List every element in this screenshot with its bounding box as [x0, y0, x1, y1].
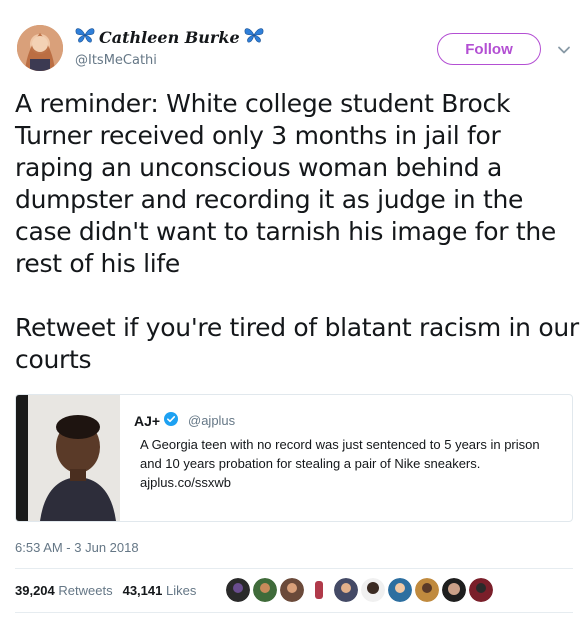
- likes-label: Likes: [165, 583, 197, 598]
- quoted-author-name[interactable]: AJ+: [134, 412, 179, 429]
- liker-avatar[interactable]: [226, 578, 250, 602]
- butterfly-icon: [75, 27, 95, 47]
- liker-avatar[interactable]: [280, 578, 304, 602]
- liker-avatar[interactable]: [469, 578, 493, 602]
- liker-avatar[interactable]: [361, 578, 385, 602]
- liker-avatars: [226, 578, 493, 602]
- tweet-timestamp[interactable]: 6:53 AM - 3 Jun 2018: [15, 540, 139, 555]
- likes-count: 43,141: [122, 583, 163, 598]
- chevron-down-icon[interactable]: [557, 42, 571, 56]
- quoted-author-display-name: AJ+: [134, 412, 161, 429]
- retweets-label: Retweets: [58, 583, 113, 598]
- liker-avatar[interactable]: [388, 578, 412, 602]
- liker-avatar[interactable]: [307, 578, 331, 602]
- liker-avatar[interactable]: [334, 578, 358, 602]
- likes-stat[interactable]: 43,141 Likes: [123, 583, 197, 598]
- retweets-count: 39,204: [15, 583, 55, 598]
- quoted-tweet-photo: [16, 395, 120, 521]
- quoted-author-handle[interactable]: @ajplus: [188, 413, 235, 428]
- divider: [15, 612, 573, 613]
- verified-badge-icon: [164, 412, 179, 429]
- retweets-stat[interactable]: 39,204 Retweets: [15, 583, 113, 598]
- quoted-tweet-text: A Georgia teen with no record was just s…: [140, 435, 560, 492]
- author-handle[interactable]: @ItsMeCathi: [75, 53, 157, 68]
- liker-avatar[interactable]: [253, 578, 277, 602]
- follow-button[interactable]: Follow: [437, 33, 541, 65]
- tweet-stats: 39,204 Retweets 43,141 Likes: [15, 583, 196, 598]
- divider: [15, 568, 573, 569]
- quoted-tweet-body: A Georgia teen with no record was just s…: [140, 437, 540, 471]
- liker-avatar[interactable]: [415, 578, 439, 602]
- butterfly-icon: [244, 27, 264, 47]
- tweet-text: A reminder: White college student Brock …: [15, 89, 579, 374]
- quoted-tweet-link[interactable]: ajplus.co/ssxwb: [140, 475, 231, 490]
- author-avatar[interactable]: [17, 25, 63, 71]
- author-display-name: Cathleen Burke: [99, 27, 240, 47]
- liker-avatar[interactable]: [442, 578, 466, 602]
- author-name[interactable]: Cathleen Burke: [75, 27, 264, 47]
